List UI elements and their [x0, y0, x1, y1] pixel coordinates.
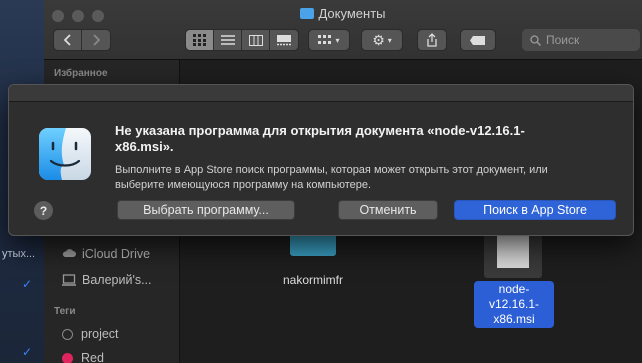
folder-icon [300, 8, 315, 19]
share-icon [427, 33, 437, 47]
action-button[interactable]: ⚙ ▾ [361, 29, 403, 51]
gallery-icon [277, 34, 291, 45]
tags-header: Теги [54, 306, 76, 317]
column-view-button[interactable] [242, 30, 270, 50]
grid-icon [192, 34, 206, 46]
columns-icon [248, 34, 263, 46]
group-button[interactable]: ▾ [308, 29, 350, 51]
selected-file-label[interactable]: node-v12.16.1- x86.msi [474, 281, 554, 328]
dialog-top-bar [9, 85, 633, 102]
open-with-dialog: Не указана программа для открытия докуме… [8, 84, 634, 236]
list-icon [220, 35, 235, 45]
favorites-header: Избранное [54, 68, 108, 79]
gear-icon: ⚙ [372, 31, 385, 48]
file-name-label[interactable]: nakormimfr [270, 273, 356, 287]
help-button[interactable]: ? [34, 201, 53, 220]
chevron-down-icon: ▾ [387, 35, 392, 45]
back-button[interactable] [54, 30, 82, 50]
tags-button[interactable] [460, 29, 496, 51]
window-title: Документы [44, 6, 642, 21]
forward-button[interactable] [82, 30, 110, 50]
gallery-view-button[interactable] [270, 30, 298, 50]
cancel-button[interactable]: Отменить [338, 200, 438, 220]
search-icon [530, 34, 541, 46]
chevron-right-icon [93, 34, 101, 46]
cloud-icon [62, 249, 76, 257]
background-text-fragment: утых... [2, 248, 36, 260]
choose-application-button[interactable]: Выбрать программу... [117, 200, 295, 220]
laptop-icon [62, 274, 76, 286]
icon-view-button[interactable] [186, 30, 214, 50]
tag-icon [470, 35, 485, 45]
search-app-store-button[interactable]: Поиск в App Store [454, 200, 616, 220]
share-button[interactable] [417, 29, 447, 51]
sidebar-item-tag-red[interactable]: Red [62, 351, 104, 363]
search-placeholder: Поиск [546, 33, 580, 47]
sidebar-item-computer[interactable]: Валерий's... [62, 273, 152, 287]
sidebar-item-icloud-drive[interactable]: iCloud Drive [62, 247, 150, 261]
view-mode-selector [185, 29, 299, 51]
dialog-message: Выполните в App Store поиск программы, к… [115, 164, 548, 191]
chevron-down-icon: ▾ [335, 35, 340, 45]
list-view-button[interactable] [214, 30, 242, 50]
chevron-left-icon [63, 34, 71, 46]
tag-dot-icon [62, 328, 73, 340]
document-icon [497, 234, 529, 268]
navigation-buttons [53, 29, 111, 51]
finder-app-icon [39, 128, 91, 180]
group-grid-icon [318, 34, 332, 44]
search-field[interactable]: Поиск [522, 29, 640, 51]
checkmark-icon: ✓ [22, 345, 33, 359]
sidebar-item-tag-project[interactable]: project [62, 327, 119, 341]
tag-dot-icon [62, 352, 73, 363]
titlebar: Документы ▾ ⚙ ▾ Поиск [44, 0, 642, 60]
checkmark-icon: ✓ [22, 277, 33, 291]
dialog-title: Не указана программа для открытия докуме… [115, 123, 525, 154]
